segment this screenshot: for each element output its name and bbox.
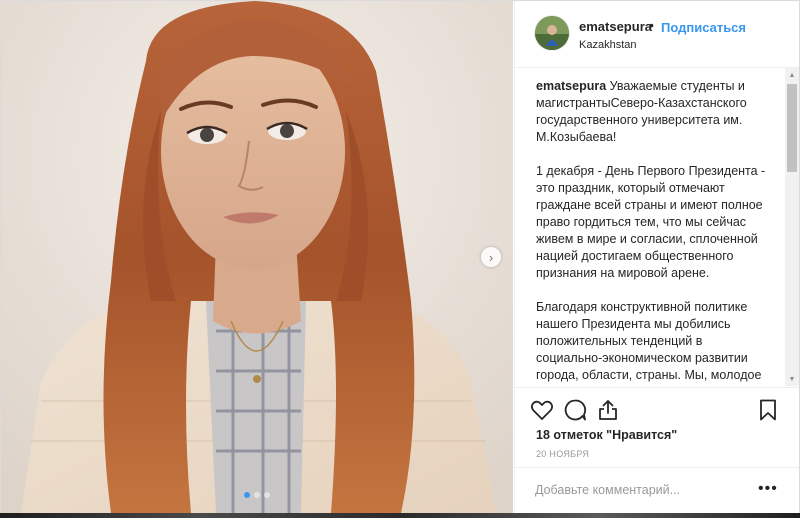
heart-icon[interactable] <box>529 397 555 423</box>
comments-scroll-area[interactable]: ematsepura Уважаемые студенты и магистра… <box>515 68 799 386</box>
carousel-dot <box>264 492 270 498</box>
scrollbar[interactable]: ▲ ▼ <box>785 68 799 386</box>
action-bar <box>515 387 799 432</box>
caption-text: Уважаемые студенты и магистрантыСеверо-К… <box>536 79 766 386</box>
caption-username[interactable]: ematsepura <box>536 79 606 93</box>
post-photo[interactable]: › <box>1 1 513 513</box>
follow-button[interactable]: Подписаться <box>661 20 746 35</box>
carousel-dot <box>244 492 250 498</box>
post-side-panel: ematsepura • Подписаться Kazakhstan emat… <box>514 1 799 513</box>
separator-dot: • <box>649 17 654 33</box>
carousel-dot <box>254 492 260 498</box>
comment-input[interactable] <box>535 481 735 499</box>
scrollbar-thumb[interactable] <box>787 84 797 172</box>
likes-count[interactable]: 18 отметок "Нравится" <box>536 428 677 442</box>
share-icon[interactable] <box>595 397 621 423</box>
post-caption: ematsepura Уважаемые студенты и магистра… <box>536 78 768 386</box>
instagram-post: › ematsepura • Подписаться Kazakhstan em… <box>0 0 800 514</box>
post-header: ematsepura • Подписаться Kazakhstan <box>515 1 799 68</box>
triangle-up-icon: ▲ <box>788 71 796 79</box>
scroll-down-button[interactable]: ▼ <box>785 372 799 386</box>
taskbar-strip <box>0 513 800 518</box>
scroll-up-button[interactable]: ▲ <box>785 68 799 82</box>
comment-form: ••• <box>515 467 799 513</box>
comment-bubble-icon[interactable] <box>562 397 588 423</box>
avatar[interactable] <box>535 16 569 50</box>
triangle-down-icon: ▼ <box>788 375 796 383</box>
bookmark-icon[interactable] <box>755 397 781 423</box>
chevron-right-icon: › <box>488 249 494 265</box>
username-link[interactable]: ematsepura <box>579 19 652 34</box>
carousel-indicator <box>244 492 270 498</box>
post-date[interactable]: 20 НОЯБРЯ <box>536 449 589 459</box>
location-link[interactable]: Kazakhstan <box>579 39 636 51</box>
portrait-image <box>1 1 513 513</box>
carousel-next-button[interactable]: › <box>481 247 501 267</box>
avatar-image <box>535 16 569 50</box>
more-options-button[interactable]: ••• <box>758 480 778 498</box>
